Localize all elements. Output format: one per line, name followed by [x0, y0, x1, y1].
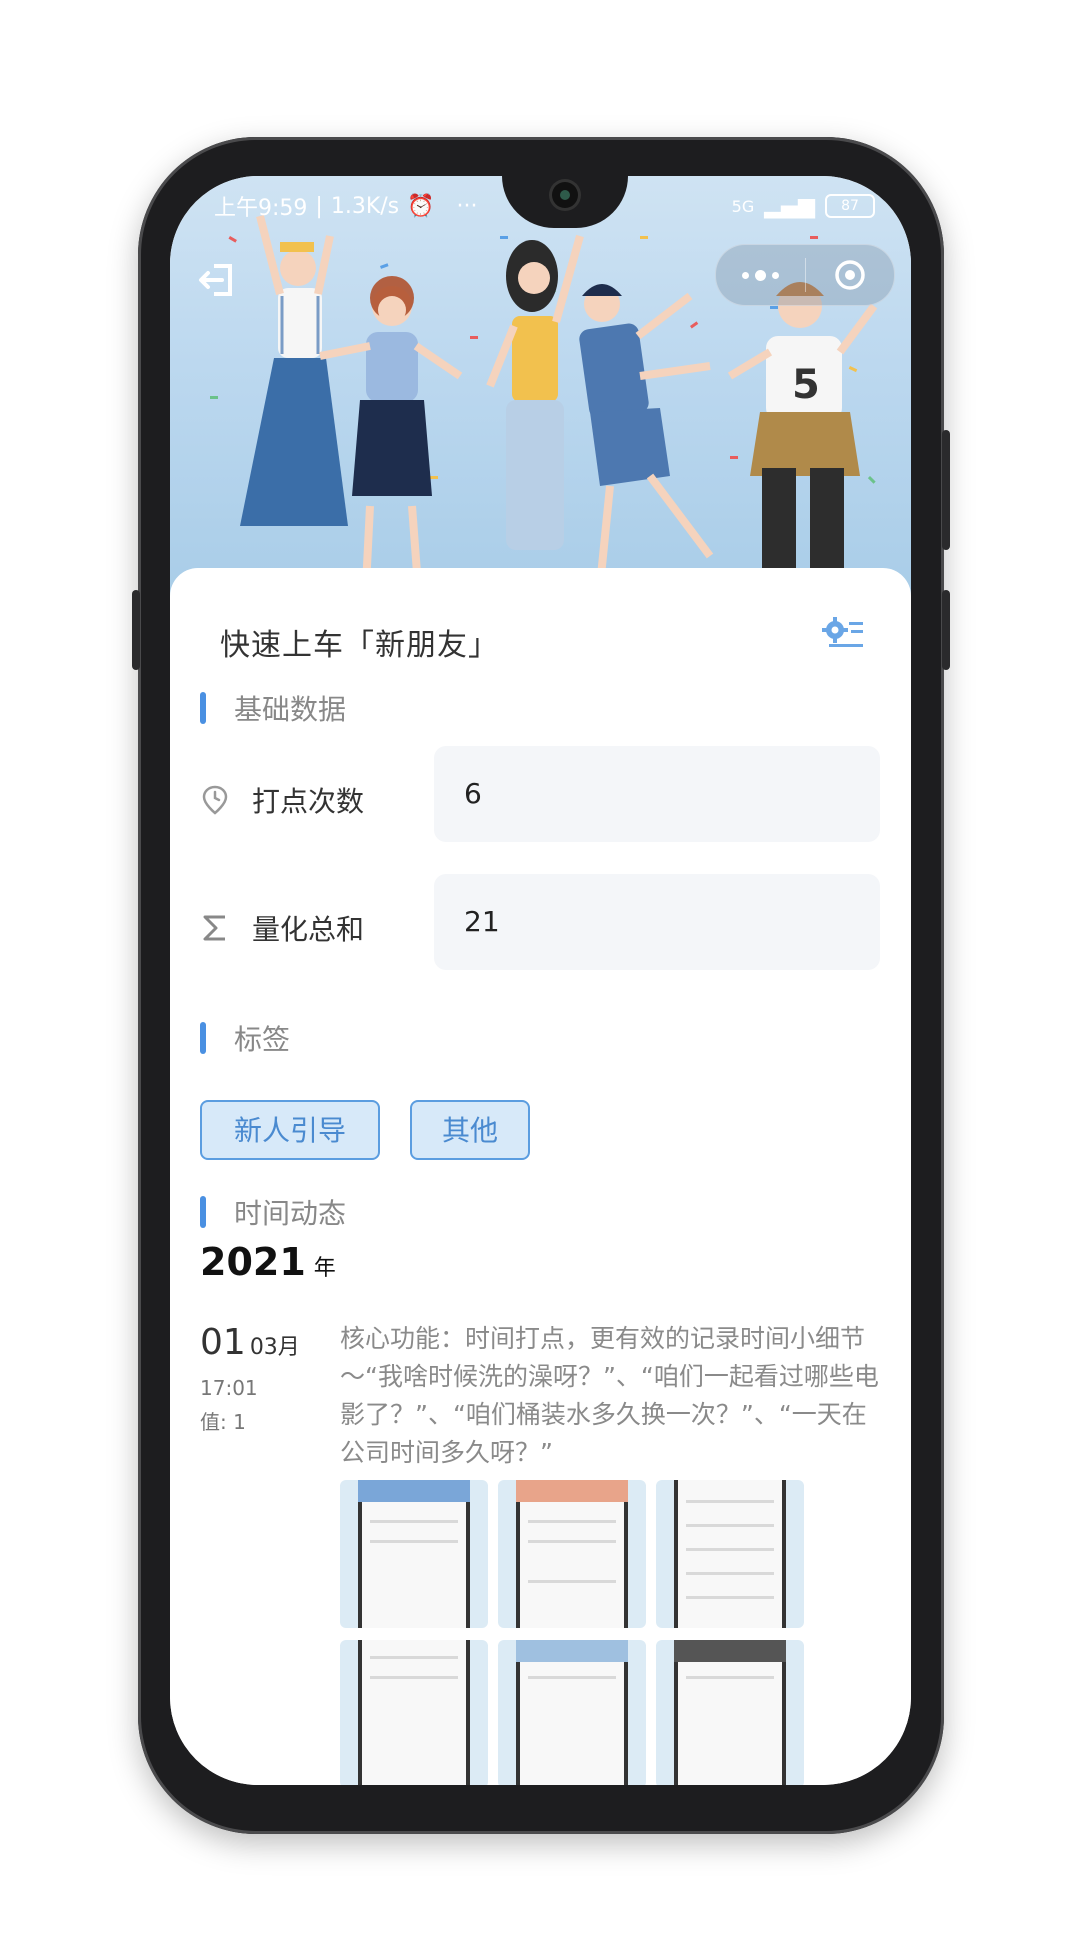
section-tags: 标签 [200, 1018, 290, 1058]
entry-image-5[interactable] [498, 1640, 646, 1785]
mini-program-capsule [715, 244, 895, 306]
power-button [942, 430, 950, 550]
battery-level: 87 [841, 198, 859, 214]
status-more: ··· [456, 193, 478, 219]
back-button[interactable] [196, 258, 240, 302]
close-button[interactable] [806, 245, 895, 305]
volume-button [132, 590, 140, 670]
status-bar: 上午9:59 | 1.3K/s ⏰ ··· 5G ▂▄▆ 87 [214, 188, 875, 224]
section-title: 标签 [234, 1023, 291, 1056]
section-basic-data: 基础数据 [200, 688, 346, 728]
entry-image-4[interactable] [340, 1640, 488, 1785]
stat-label-sum: 量化总和 [200, 908, 364, 948]
network-label: 5G [731, 196, 755, 216]
signal-icon: ▂▄▆ [764, 193, 815, 219]
year-unit: 年 [313, 1256, 336, 1281]
entry-value: 值: 1 [200, 1410, 246, 1434]
year-value: 2021 [200, 1240, 306, 1284]
entry-date: 01 03月 [200, 1322, 300, 1363]
stat-label-count: 打点次数 [200, 780, 364, 820]
more-dots-icon [741, 269, 779, 281]
entry-day: 01 [200, 1322, 246, 1363]
more-button[interactable] [716, 245, 805, 305]
stat-label-text: 打点次数 [252, 785, 365, 818]
section-marker [200, 1196, 206, 1228]
section-timeline: 时间动态 [200, 1192, 346, 1232]
target-circle-icon [835, 260, 865, 290]
stat-label-text: 量化总和 [252, 913, 365, 946]
stat-value-sum: 21 [434, 874, 880, 970]
entry-time: 17:01 [200, 1376, 258, 1400]
dancing-people-illustration: 5 [210, 215, 878, 587]
side-button [942, 590, 950, 670]
tag-new-user-guide[interactable]: 新人引导 [200, 1100, 380, 1160]
entry-image-6[interactable] [656, 1640, 804, 1785]
svg-text:5: 5 [792, 362, 820, 408]
stat-value-count: 6 [434, 746, 880, 842]
status-separator: | [315, 193, 323, 219]
section-title: 基础数据 [234, 693, 347, 726]
entry-image-1[interactable] [340, 1480, 488, 1628]
entry-image-3[interactable] [656, 1480, 804, 1628]
exit-icon [199, 264, 232, 296]
status-speed: 1.3K/s [330, 193, 400, 219]
gear-list-icon [822, 617, 863, 647]
header-illustration: 5 上午9:59 | 1.3K/s ⏰ ··· 5G ▂▄▆ 87 [170, 176, 911, 596]
alarm-icon: ⏰ [407, 193, 435, 219]
tag-other[interactable]: 其他 [410, 1100, 530, 1160]
page-title: 快速上车「新朋友」 [220, 628, 499, 663]
app-screen: 5 上午9:59 | 1.3K/s ⏰ ··· 5G ▂▄▆ 87 快速上车「新… [170, 176, 911, 1785]
entry-month: 03月 [249, 1335, 300, 1360]
settings-button[interactable] [821, 614, 865, 654]
detail-card: 快速上车「新朋友」 基础数据 打点次数 6 量化总和 21 标签 新人引导 其他… [170, 568, 911, 1785]
entry-image-2[interactable] [498, 1480, 646, 1628]
section-title: 时间动态 [234, 1197, 347, 1230]
sigma-icon [203, 915, 225, 941]
entry-description: 核心功能：时间打点，更有效的记录时间小细节～“我啥时候洗的澡呀？”、“咱们一起看… [340, 1324, 879, 1467]
clock-pin-icon [202, 785, 228, 815]
battery-indicator: 87 [825, 194, 875, 218]
section-marker [200, 1022, 206, 1054]
section-marker [200, 692, 206, 724]
timeline-year: 2021 年 [200, 1240, 336, 1284]
status-time: 上午9:59 [214, 196, 308, 221]
